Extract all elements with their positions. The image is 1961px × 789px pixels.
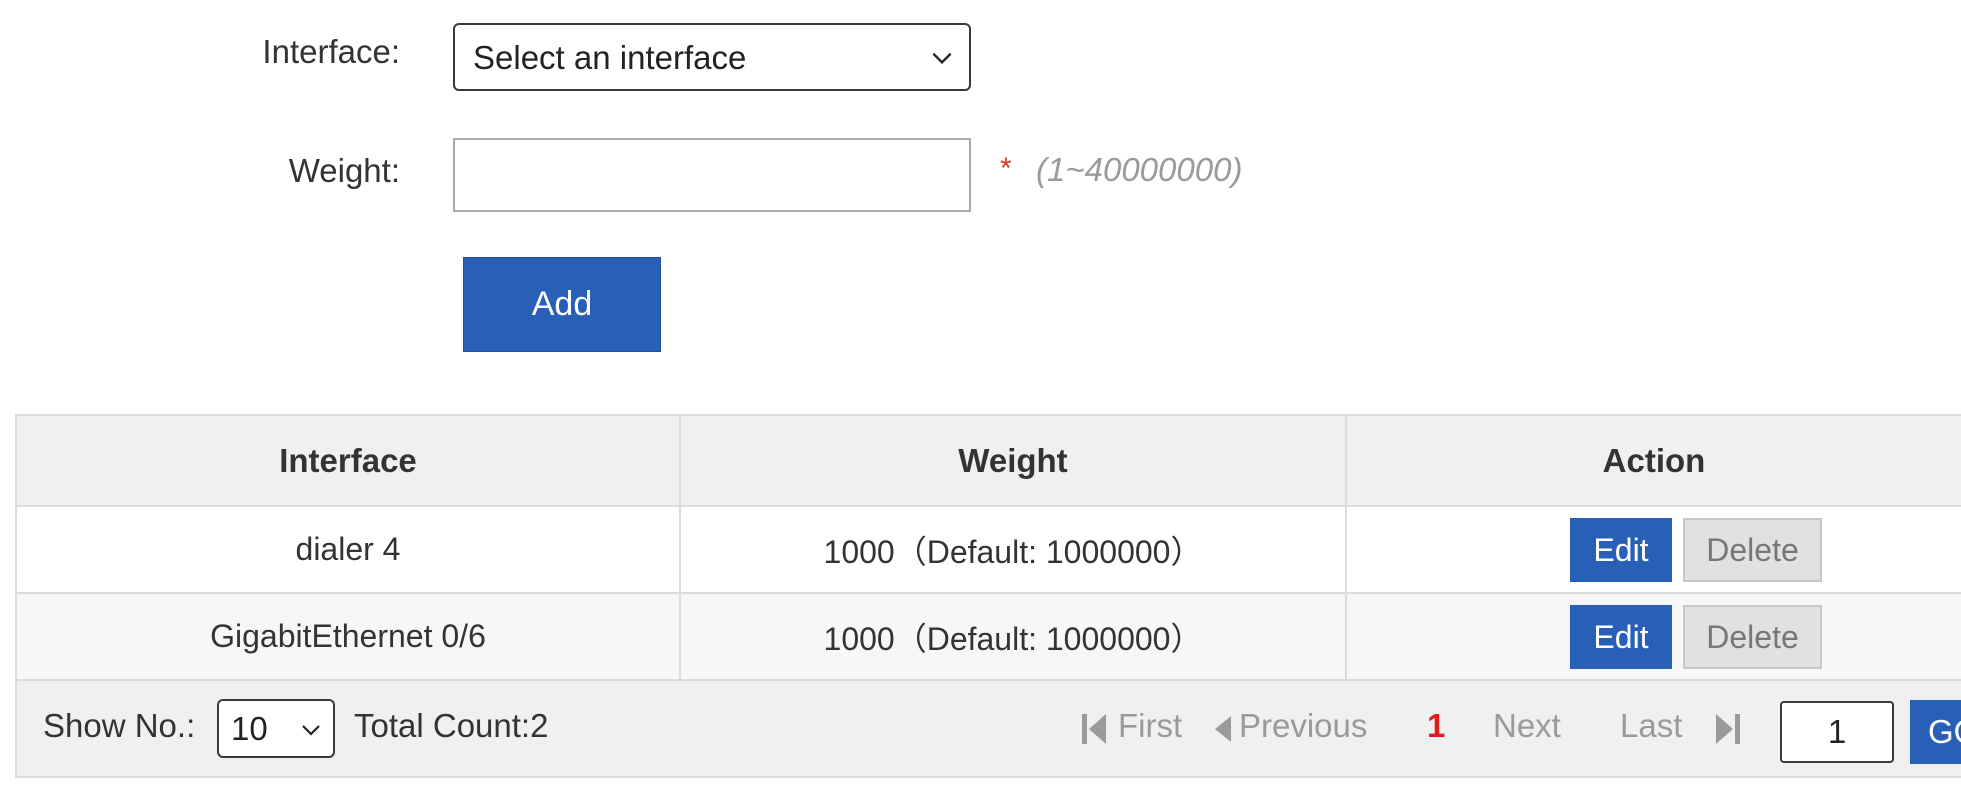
page-size-value: 10 (231, 710, 268, 747)
interface-cell: dialer 4 (15, 507, 681, 592)
first-page-link[interactable]: First (1118, 707, 1182, 745)
column-header-action: Action (1602, 441, 1706, 479)
previous-page-link[interactable]: Previous (1239, 707, 1367, 745)
interface-select-value: Select an interface (473, 39, 747, 76)
add-button[interactable]: Add (463, 257, 661, 352)
last-page-link[interactable]: Last (1620, 707, 1682, 745)
first-page-icon (1082, 714, 1106, 744)
go-button[interactable]: GO (1910, 700, 1961, 764)
current-page-number[interactable]: 1 (1427, 707, 1445, 745)
chevron-down-icon (302, 725, 320, 736)
action-cell: Edit Delete (1347, 507, 1961, 592)
pagination-bar: Show No.: 10 Total Count:2 First Previou… (15, 681, 1961, 778)
required-marker: * (1000, 152, 1012, 185)
chevron-down-icon (932, 52, 952, 65)
page-size-select[interactable]: 10 (217, 699, 335, 758)
delete-button[interactable]: Delete (1683, 605, 1822, 669)
interface-label: Interface: (262, 33, 400, 70)
weight-range-hint: (1~40000000) (1036, 151, 1243, 188)
show-number-label: Show No.: (43, 707, 196, 744)
previous-page-icon (1215, 716, 1231, 742)
weight-cell: 1000（Default: 1000000） (681, 594, 1347, 679)
table-row: dialer 4 1000（Default: 1000000） Edit Del… (15, 507, 1961, 594)
column-header-weight: Weight (681, 416, 1347, 505)
table-header-row: Interface Weight Action (15, 414, 1961, 507)
interface-select[interactable]: Select an interface (453, 23, 971, 91)
edit-button[interactable]: Edit (1570, 605, 1672, 669)
weight-input[interactable] (453, 138, 971, 212)
weight-cell: 1000（Default: 1000000） (681, 507, 1347, 592)
delete-button[interactable]: Delete (1683, 518, 1822, 582)
weight-label: Weight: (288, 152, 400, 189)
edit-button[interactable]: Edit (1570, 518, 1672, 582)
table-row: GigabitEthernet 0/6 1000（Default: 100000… (15, 594, 1961, 681)
last-page-icon (1716, 714, 1740, 744)
action-cell: Edit Delete (1347, 594, 1961, 679)
goto-page-input[interactable]: 1 (1780, 701, 1894, 763)
next-page-link[interactable]: Next (1493, 707, 1561, 745)
column-header-interface: Interface (15, 416, 681, 505)
interface-cell: GigabitEthernet 0/6 (15, 594, 681, 679)
total-count: Total Count:2 (354, 707, 549, 744)
